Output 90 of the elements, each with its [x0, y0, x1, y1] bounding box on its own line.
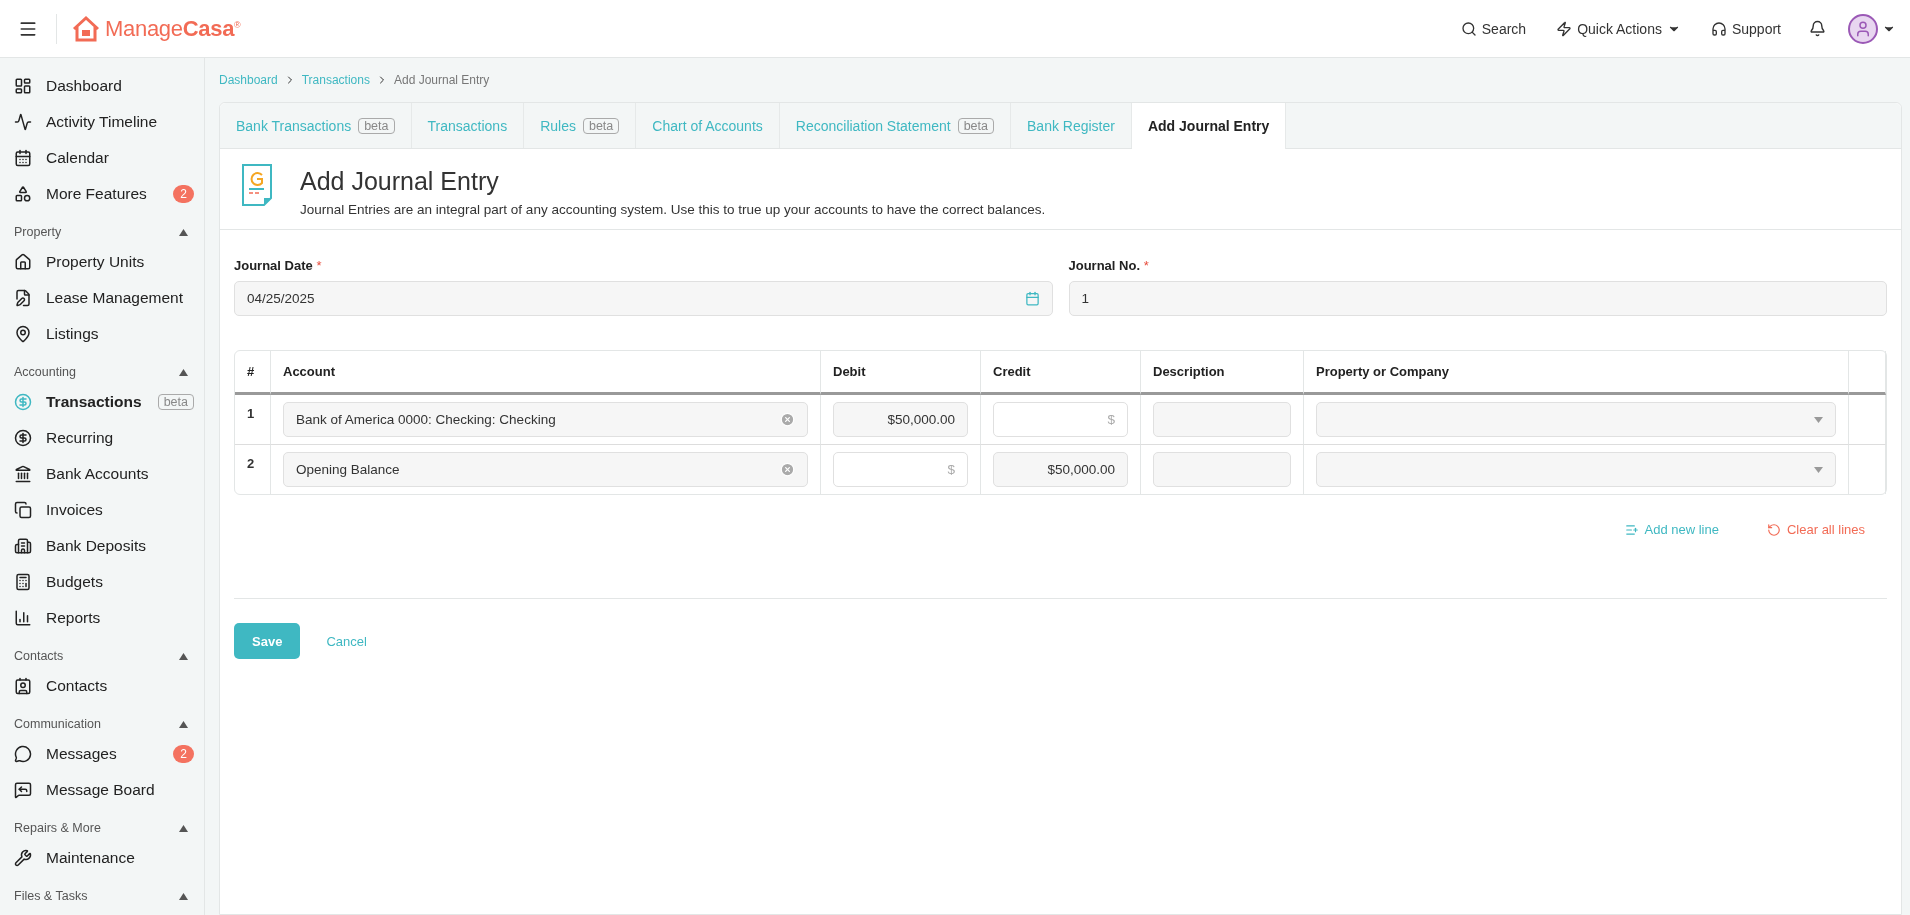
- edit-document-icon: [14, 289, 32, 307]
- column-header: Credit: [993, 364, 1031, 379]
- sidebar-item[interactable]: Transactions beta: [0, 384, 204, 420]
- logo-icon: [71, 14, 101, 43]
- beta-tag: beta: [358, 117, 395, 134]
- dollar-icon: [14, 429, 32, 447]
- bank-icon: [14, 465, 32, 483]
- sidebar-item[interactable]: Message Board: [0, 772, 204, 808]
- collapse-icon[interactable]: [179, 653, 188, 660]
- dashboard-icon: [14, 77, 32, 95]
- tab[interactable]: Add Journal Entry: [1131, 103, 1287, 149]
- column-header: Debit: [833, 364, 866, 379]
- field-label: Journal No. *: [1068, 258, 1150, 273]
- chat-icon: [14, 745, 32, 763]
- calendar-icon: [1024, 291, 1040, 306]
- count-badge: 2: [173, 745, 194, 763]
- section-heading: Files & Tasks: [14, 889, 88, 903]
- sidebar-item[interactable]: Contacts: [0, 668, 204, 704]
- section-heading: Repairs & More: [14, 821, 101, 835]
- lightning-icon: [1556, 20, 1573, 37]
- list-plus-icon: [1624, 522, 1639, 537]
- page-title: Add Journal Entry: [300, 167, 500, 196]
- field-label: Journal Date *: [234, 258, 323, 273]
- collapse-icon[interactable]: [179, 893, 188, 900]
- headset-icon: [1710, 20, 1727, 37]
- section-heading: Communication: [14, 717, 101, 731]
- quick-button[interactable]: Quick Actions: [1550, 19, 1687, 38]
- building-icon: [14, 537, 32, 555]
- column-header: Description: [1153, 364, 1225, 379]
- sidebar-item[interactable]: Recurring: [0, 420, 204, 456]
- beta-tag: beta: [957, 117, 994, 134]
- search-button[interactable]: Search: [1454, 19, 1533, 38]
- sidebar-item[interactable]: Bank Deposits: [0, 528, 204, 564]
- page-description: Journal Entries are an integral part of any accounting system. Use this to true up your accounts to have the correct balances.: [300, 202, 1046, 217]
- count-badge: 2: [173, 185, 194, 203]
- calculator-icon: [14, 573, 32, 591]
- section-heading: Accounting: [14, 365, 76, 379]
- section-heading: Contacts: [14, 649, 64, 663]
- column-header: Account: [283, 364, 335, 379]
- search-icon: [1460, 20, 1477, 37]
- sidebar-item[interactable]: Maintenance: [0, 840, 204, 876]
- support-button[interactable]: Support: [1704, 19, 1787, 38]
- beta-tag: beta: [582, 117, 620, 134]
- collapse-icon[interactable]: [179, 721, 188, 728]
- wrench-icon: [14, 849, 32, 867]
- caret-icon: [1814, 416, 1823, 423]
- sidebar-item[interactable]: More Features 2: [0, 176, 204, 212]
- beta-tag: beta: [157, 394, 194, 410]
- caret-icon: [1814, 466, 1823, 473]
- sidebar-item[interactable]: Dashboard: [0, 68, 204, 104]
- description-field[interactable]: [1153, 402, 1291, 437]
- date-field[interactable]: 04/25/2025: [234, 281, 1053, 316]
- column-header: #: [247, 364, 255, 379]
- sidebar-item[interactable]: Lease Management: [0, 280, 204, 316]
- sidebar-item[interactable]: Activity Timeline: [0, 104, 204, 140]
- section-heading: Property: [14, 225, 62, 239]
- pulse-icon: [14, 113, 32, 131]
- pin-icon: [14, 325, 32, 343]
- copy-icon: [14, 501, 32, 519]
- contact-card-icon: [14, 677, 32, 695]
- collapse-icon[interactable]: [179, 229, 188, 236]
- description-field[interactable]: [1153, 452, 1291, 487]
- collapse-icon[interactable]: [179, 369, 188, 376]
- message-icon: [14, 781, 32, 799]
- sidebar-item[interactable]: Invoices: [0, 492, 204, 528]
- journal-document-icon: [240, 163, 274, 207]
- avatar[interactable]: [1848, 13, 1878, 44]
- dollar-icon: [14, 393, 32, 411]
- sidebar-item[interactable]: Budgets: [0, 564, 204, 600]
- row-number: 1: [247, 405, 256, 421]
- row-number: 2: [247, 455, 256, 471]
- reset-icon: [1766, 522, 1781, 537]
- current-page-label: Add Journal Entry: [393, 73, 490, 87]
- account-select[interactable]: Opening Balance: [283, 452, 808, 487]
- sidebar-item[interactable]: Bank Accounts: [0, 456, 204, 492]
- number-field[interactable]: 1: [1068, 281, 1887, 316]
- sidebar-item[interactable]: Calendar: [0, 140, 204, 176]
- calendar-icon: [14, 149, 32, 167]
- amount-field[interactable]: $50,000.00: [993, 452, 1128, 487]
- sidebar-item[interactable]: Listings: [0, 316, 204, 352]
- collapse-icon[interactable]: [179, 825, 188, 832]
- sidebar-item[interactable]: Messages 2: [0, 736, 204, 772]
- amount-field[interactable]: $50,000.00: [833, 402, 968, 437]
- bar-chart-icon: [14, 609, 32, 627]
- account-select[interactable]: Bank of America 0000: Checking: Checking: [283, 402, 808, 437]
- house-icon: [14, 253, 32, 271]
- sidebar-item[interactable]: Reports: [0, 600, 204, 636]
- sidebar-item[interactable]: Property Units: [0, 244, 204, 280]
- shapes-icon: [14, 185, 32, 203]
- column-header: Property or Company: [1316, 364, 1449, 379]
